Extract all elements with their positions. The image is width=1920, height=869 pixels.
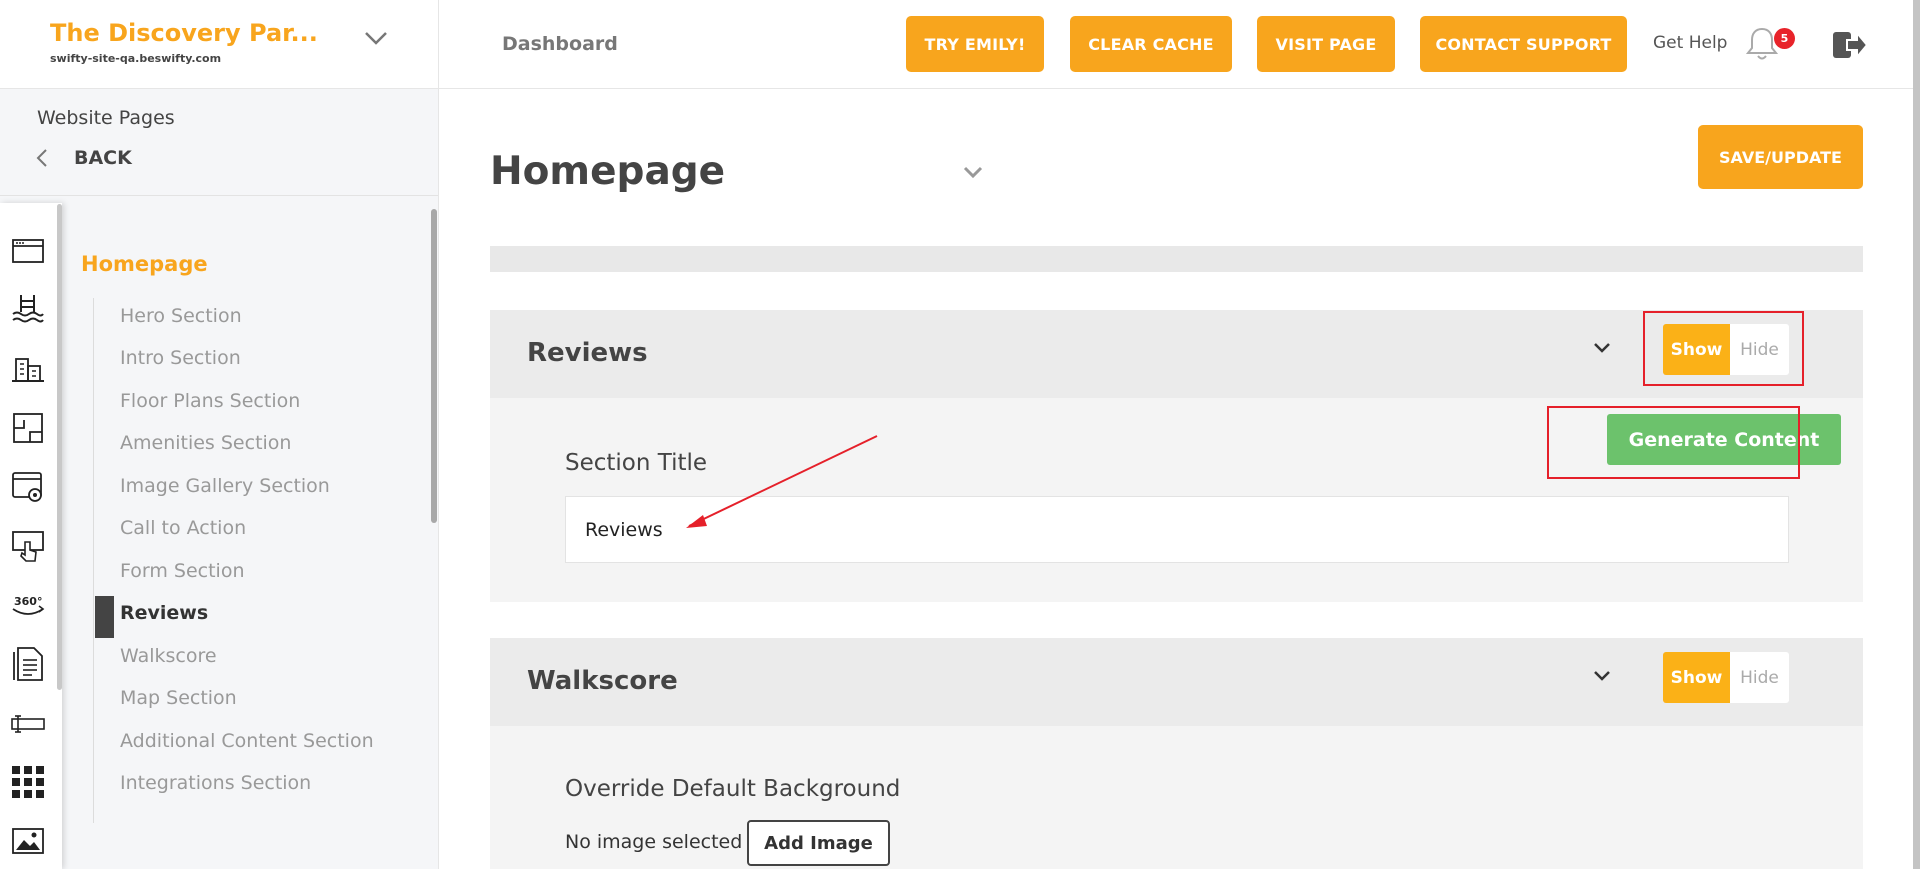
list-item[interactable]: Map Section	[120, 687, 237, 709]
add-image-button[interactable]: Add Image	[747, 820, 890, 866]
field-label: Section Title	[565, 450, 708, 476]
visibility-toggle[interactable]: Show Hide	[1663, 652, 1789, 703]
list-guide-line	[93, 298, 94, 823]
touch-screen-icon[interactable]	[10, 528, 46, 564]
back-button[interactable]: BACK	[32, 147, 132, 169]
show-button[interactable]: Show	[1663, 652, 1730, 703]
icon-rail: 360°	[0, 203, 62, 869]
chevron-left-icon	[36, 149, 47, 167]
annotation-box	[1547, 406, 1800, 479]
left-panel: Website Pages BACK 360° Homepage Hero Se…	[0, 89, 439, 869]
notification-badge: 5	[1774, 28, 1795, 49]
walkscore-section: Walkscore Show Hide Override Default Bac…	[490, 638, 1863, 869]
active-item-marker	[95, 596, 114, 638]
bell-icon[interactable]	[1745, 26, 1779, 62]
input-field-icon[interactable]	[10, 705, 46, 741]
site-url: swifty-site-qa.beswifty.com	[50, 52, 222, 65]
page-title: Homepage	[490, 149, 726, 194]
get-help-link[interactable]: Get Help	[1653, 33, 1727, 53]
save-update-button[interactable]: SAVE/UPDATE	[1698, 125, 1863, 189]
page-section-list: Homepage Hero Section Intro Section Floo…	[62, 203, 432, 869]
section-title-input[interactable]: Reviews	[565, 496, 1789, 563]
list-item[interactable]: Walkscore	[120, 645, 217, 667]
floor-plan-icon[interactable]	[10, 410, 46, 446]
site-selector[interactable]: The Discovery Par... swifty-site-qa.besw…	[0, 0, 439, 89]
annotation-box	[1643, 311, 1804, 386]
clear-cache-button[interactable]: CLEAR CACHE	[1070, 16, 1232, 72]
dashboard-link[interactable]: Dashboard	[502, 33, 618, 55]
list-item[interactable]: Integrations Section	[120, 772, 311, 794]
browser-window-icon[interactable]	[10, 233, 46, 269]
no-image-text: No image selected	[565, 831, 743, 853]
logout-icon[interactable]	[1831, 28, 1869, 62]
list-item[interactable]: Amenities Section	[120, 432, 291, 454]
image-icon[interactable]	[10, 823, 46, 859]
list-item[interactable]: Intro Section	[120, 347, 241, 369]
site-name: The Discovery Par...	[50, 19, 318, 47]
list-item[interactable]: Image Gallery Section	[120, 475, 330, 497]
grid-icon[interactable]	[10, 764, 46, 800]
page-scrollbar[interactable]	[1913, 0, 1920, 869]
list-scrollbar[interactable]	[431, 209, 437, 523]
page-heading[interactable]: Homepage	[81, 252, 208, 276]
chevron-down-icon[interactable]	[362, 26, 390, 50]
section-header[interactable]: Walkscore Show Hide	[490, 638, 1863, 726]
svg-text:360°: 360°	[14, 595, 42, 608]
web-settings-icon[interactable]	[10, 469, 46, 505]
divider	[0, 195, 438, 196]
try-emily-button[interactable]: TRY EMILY!	[906, 16, 1044, 72]
back-label: BACK	[74, 147, 132, 169]
top-bar: Dashboard TRY EMILY! CLEAR CACHE VISIT P…	[439, 0, 1920, 89]
360-view-icon[interactable]: 360°	[10, 587, 46, 623]
buildings-icon[interactable]	[10, 351, 46, 387]
visit-page-button[interactable]: VISIT PAGE	[1257, 16, 1395, 72]
document-icon[interactable]	[10, 646, 46, 682]
chevron-down-icon[interactable]	[1590, 337, 1614, 359]
hide-button[interactable]: Hide	[1730, 652, 1789, 703]
list-item-active[interactable]: Reviews	[120, 602, 208, 624]
main-content: Homepage SAVE/UPDATE Reviews Show Hide G…	[439, 89, 1920, 869]
chevron-down-icon[interactable]	[1590, 665, 1614, 687]
chevron-down-icon[interactable]	[960, 160, 986, 184]
list-item[interactable]: Hero Section	[120, 305, 242, 327]
section-name: Walkscore	[527, 666, 678, 696]
list-item[interactable]: Additional Content Section	[120, 730, 374, 752]
section-name: Reviews	[527, 338, 648, 368]
section-strip	[490, 246, 1863, 272]
list-item[interactable]: Floor Plans Section	[120, 390, 300, 412]
list-item[interactable]: Form Section	[120, 560, 245, 582]
field-label: Override Default Background	[565, 776, 901, 802]
pool-icon[interactable]	[10, 292, 46, 328]
panel-title: Website Pages	[37, 107, 175, 129]
contact-support-button[interactable]: CONTACT SUPPORT	[1420, 16, 1627, 72]
list-item[interactable]: Call to Action	[120, 517, 246, 539]
